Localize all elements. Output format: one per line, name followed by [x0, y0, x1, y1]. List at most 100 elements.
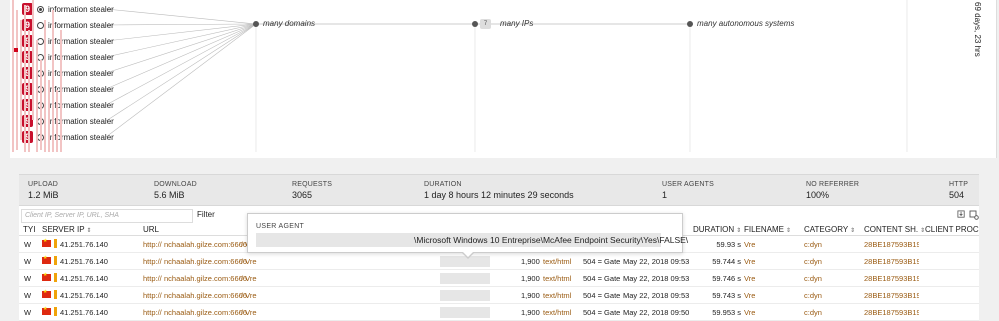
cell-category[interactable]: c:dyn [804, 291, 822, 300]
col-duration[interactable]: DURATION ⇕ [693, 225, 741, 234]
sort-icon: ⇕ [736, 228, 742, 234]
timeline-label: 69 days, 23 hrs [973, 2, 982, 57]
cell-content-type[interactable]: text/html [543, 308, 571, 317]
table-row[interactable]: W 41.251.76.140 http://nchaalah.gilze.com:… [19, 304, 979, 321]
column-settings-icon[interactable] [969, 210, 979, 220]
cell-url-path[interactable]: / Vre [241, 291, 257, 300]
cell-url-path[interactable]: / Vre [241, 308, 257, 317]
col-category[interactable]: CATEGORY ⇕ [804, 225, 855, 234]
cell-content-sha[interactable]: 28BE187593B195 [864, 308, 919, 317]
cell-url-path[interactable]: / Vre [241, 274, 257, 283]
cell-content-sha[interactable]: 28BE187593B195 [864, 274, 919, 283]
filter-button[interactable]: Filter [197, 210, 215, 219]
graph-edge [105, 23, 257, 106]
systems-node [687, 21, 693, 27]
cell-url-scheme[interactable]: http:// [143, 257, 162, 266]
cell-duration: 59.743 s [712, 291, 741, 300]
stat-upload: UPLOAD 1.2 MiB [28, 181, 59, 200]
cell-filename[interactable]: Vre [744, 291, 755, 300]
cell-server-ip[interactable]: 41.251.76.140 [60, 240, 108, 249]
cell-content-type[interactable]: text/html [543, 274, 571, 283]
stat-requests-label: REQUESTS [292, 181, 333, 188]
flag-cn-icon [42, 289, 51, 298]
graph-edge [105, 23, 257, 26]
graph-edge [105, 23, 257, 90]
cell-category[interactable]: c:dyn [804, 240, 822, 249]
stat-duration-label: DURATION [424, 181, 462, 188]
cell-content-sha[interactable]: 28BE187593B195 [864, 240, 919, 249]
cell-size: 1,900 [521, 291, 540, 300]
cell-url-scheme[interactable]: http:// [143, 291, 162, 300]
flag-cn-icon [42, 272, 51, 281]
col-client-proc[interactable]: CLIENT PROC [925, 225, 979, 234]
stat-requests: REQUESTS 3065 [292, 181, 332, 200]
cell-size: 1,900 [521, 257, 540, 266]
cell-url-scheme[interactable]: http:// [143, 308, 162, 317]
tooltip-title: USER AGENT [256, 223, 305, 230]
tooltip-arrow [462, 252, 474, 259]
col-duration-label: DURATION [693, 225, 735, 234]
cell-content-sha[interactable]: 28BE187593B195 [864, 257, 919, 266]
cell-content-sha[interactable]: 28BE187593B195 [864, 291, 919, 300]
stat-http: HTTP 504 [949, 181, 968, 200]
relationship-graph: 9 information stealer 9 information stealer… [10, 0, 997, 158]
cell-filename[interactable]: Vre [744, 240, 755, 249]
table-row[interactable]: W 41.251.76.140 http://nchaalah.gilze.com:… [19, 287, 979, 304]
cell-status: 504 = Gatew [583, 257, 620, 266]
stat-download-value: 5.6 MiB [154, 190, 185, 200]
col-type[interactable]: TYI [23, 225, 35, 234]
cell-url-host[interactable]: nchaalah.gilze.com:6666 [164, 240, 247, 249]
timeline-bar [16, 10, 18, 150]
cell-url-path[interactable]: / Vre [241, 257, 257, 266]
cell-filename[interactable]: Vre [744, 257, 755, 266]
stat-no-referrer: NO REFERRER 100% [806, 181, 859, 200]
timeline-bar [48, 80, 50, 152]
cell-url-host[interactable]: nchaalah.gilze.com:6666 [164, 308, 247, 317]
table-row[interactable]: W 41.251.76.140 http://nchaalah.gilze.com:… [19, 270, 979, 287]
cell-category[interactable]: c:dyn [804, 308, 822, 317]
cell-server-ip[interactable]: 41.251.76.140 [60, 274, 108, 283]
timeline-bar [24, 5, 26, 152]
ips-label[interactable]: many IPs [500, 19, 533, 28]
col-filename[interactable]: FILENAME ⇕ [744, 225, 791, 234]
stat-no-referrer-label: NO REFERRER [806, 181, 860, 188]
cell-url-host[interactable]: nchaalah.gilze.com:6666 [164, 291, 247, 300]
warning-icon [54, 256, 57, 265]
col-server-ip[interactable]: SERVER IP ⇕ [42, 225, 92, 234]
sort-icon: ⇕ [86, 228, 92, 234]
col-content-sha[interactable]: CONTENT SH. ⇕ [864, 225, 925, 234]
cell-url-host[interactable]: nchaalah.gilze.com:6666 [164, 257, 247, 266]
cell-content-type[interactable]: text/html [543, 257, 571, 266]
cell-server-ip[interactable]: 41.251.76.140 [60, 291, 108, 300]
cell-category[interactable]: c:dyn [804, 274, 822, 283]
warning-icon [54, 239, 57, 248]
stat-upload-value: 1.2 MiB [28, 190, 59, 200]
cell-duration: 59.744 s [712, 257, 741, 266]
filter-input[interactable]: Client IP, Server IP, URL, SHA [21, 209, 193, 223]
systems-label[interactable]: many autonomous systems [697, 19, 794, 28]
timeline-bar [44, 20, 46, 152]
cell-url-host[interactable]: nchaalah.gilze.com:6666 [164, 274, 247, 283]
timeline-chart[interactable] [10, 0, 70, 152]
warning-icon [54, 307, 57, 316]
col-category-label: CATEGORY [804, 225, 849, 234]
cell-url-scheme[interactable]: http:// [143, 274, 162, 283]
ips-node [472, 21, 478, 27]
cell-filename[interactable]: Vre [744, 274, 755, 283]
cell-date: May 22, 2018 09:53:5 [623, 291, 689, 300]
cell-duration: 59.93 s [716, 240, 741, 249]
warning-icon [54, 290, 57, 299]
user-agent-tooltip: USER AGENT \Microsoft Windows 10 Entrepr… [247, 213, 688, 259]
cell-server-ip[interactable]: 41.251.76.140 [60, 257, 108, 266]
cell-category[interactable]: c:dyn [804, 257, 822, 266]
cell-filename[interactable]: Vre [744, 308, 755, 317]
graph-edge [105, 23, 257, 58]
export-icon[interactable] [957, 210, 966, 219]
table-row[interactable]: W 41.251.76.140 http://nchaalah.gilze.com:… [19, 253, 979, 270]
timeline-bar [52, 10, 54, 152]
cell-content-type[interactable]: text/html [543, 291, 571, 300]
cell-url-scheme[interactable]: http:// [143, 240, 162, 249]
cell-server-ip[interactable]: 41.251.76.140 [60, 308, 108, 317]
domains-label[interactable]: many domains [263, 19, 315, 28]
col-url[interactable]: URL [143, 225, 159, 234]
